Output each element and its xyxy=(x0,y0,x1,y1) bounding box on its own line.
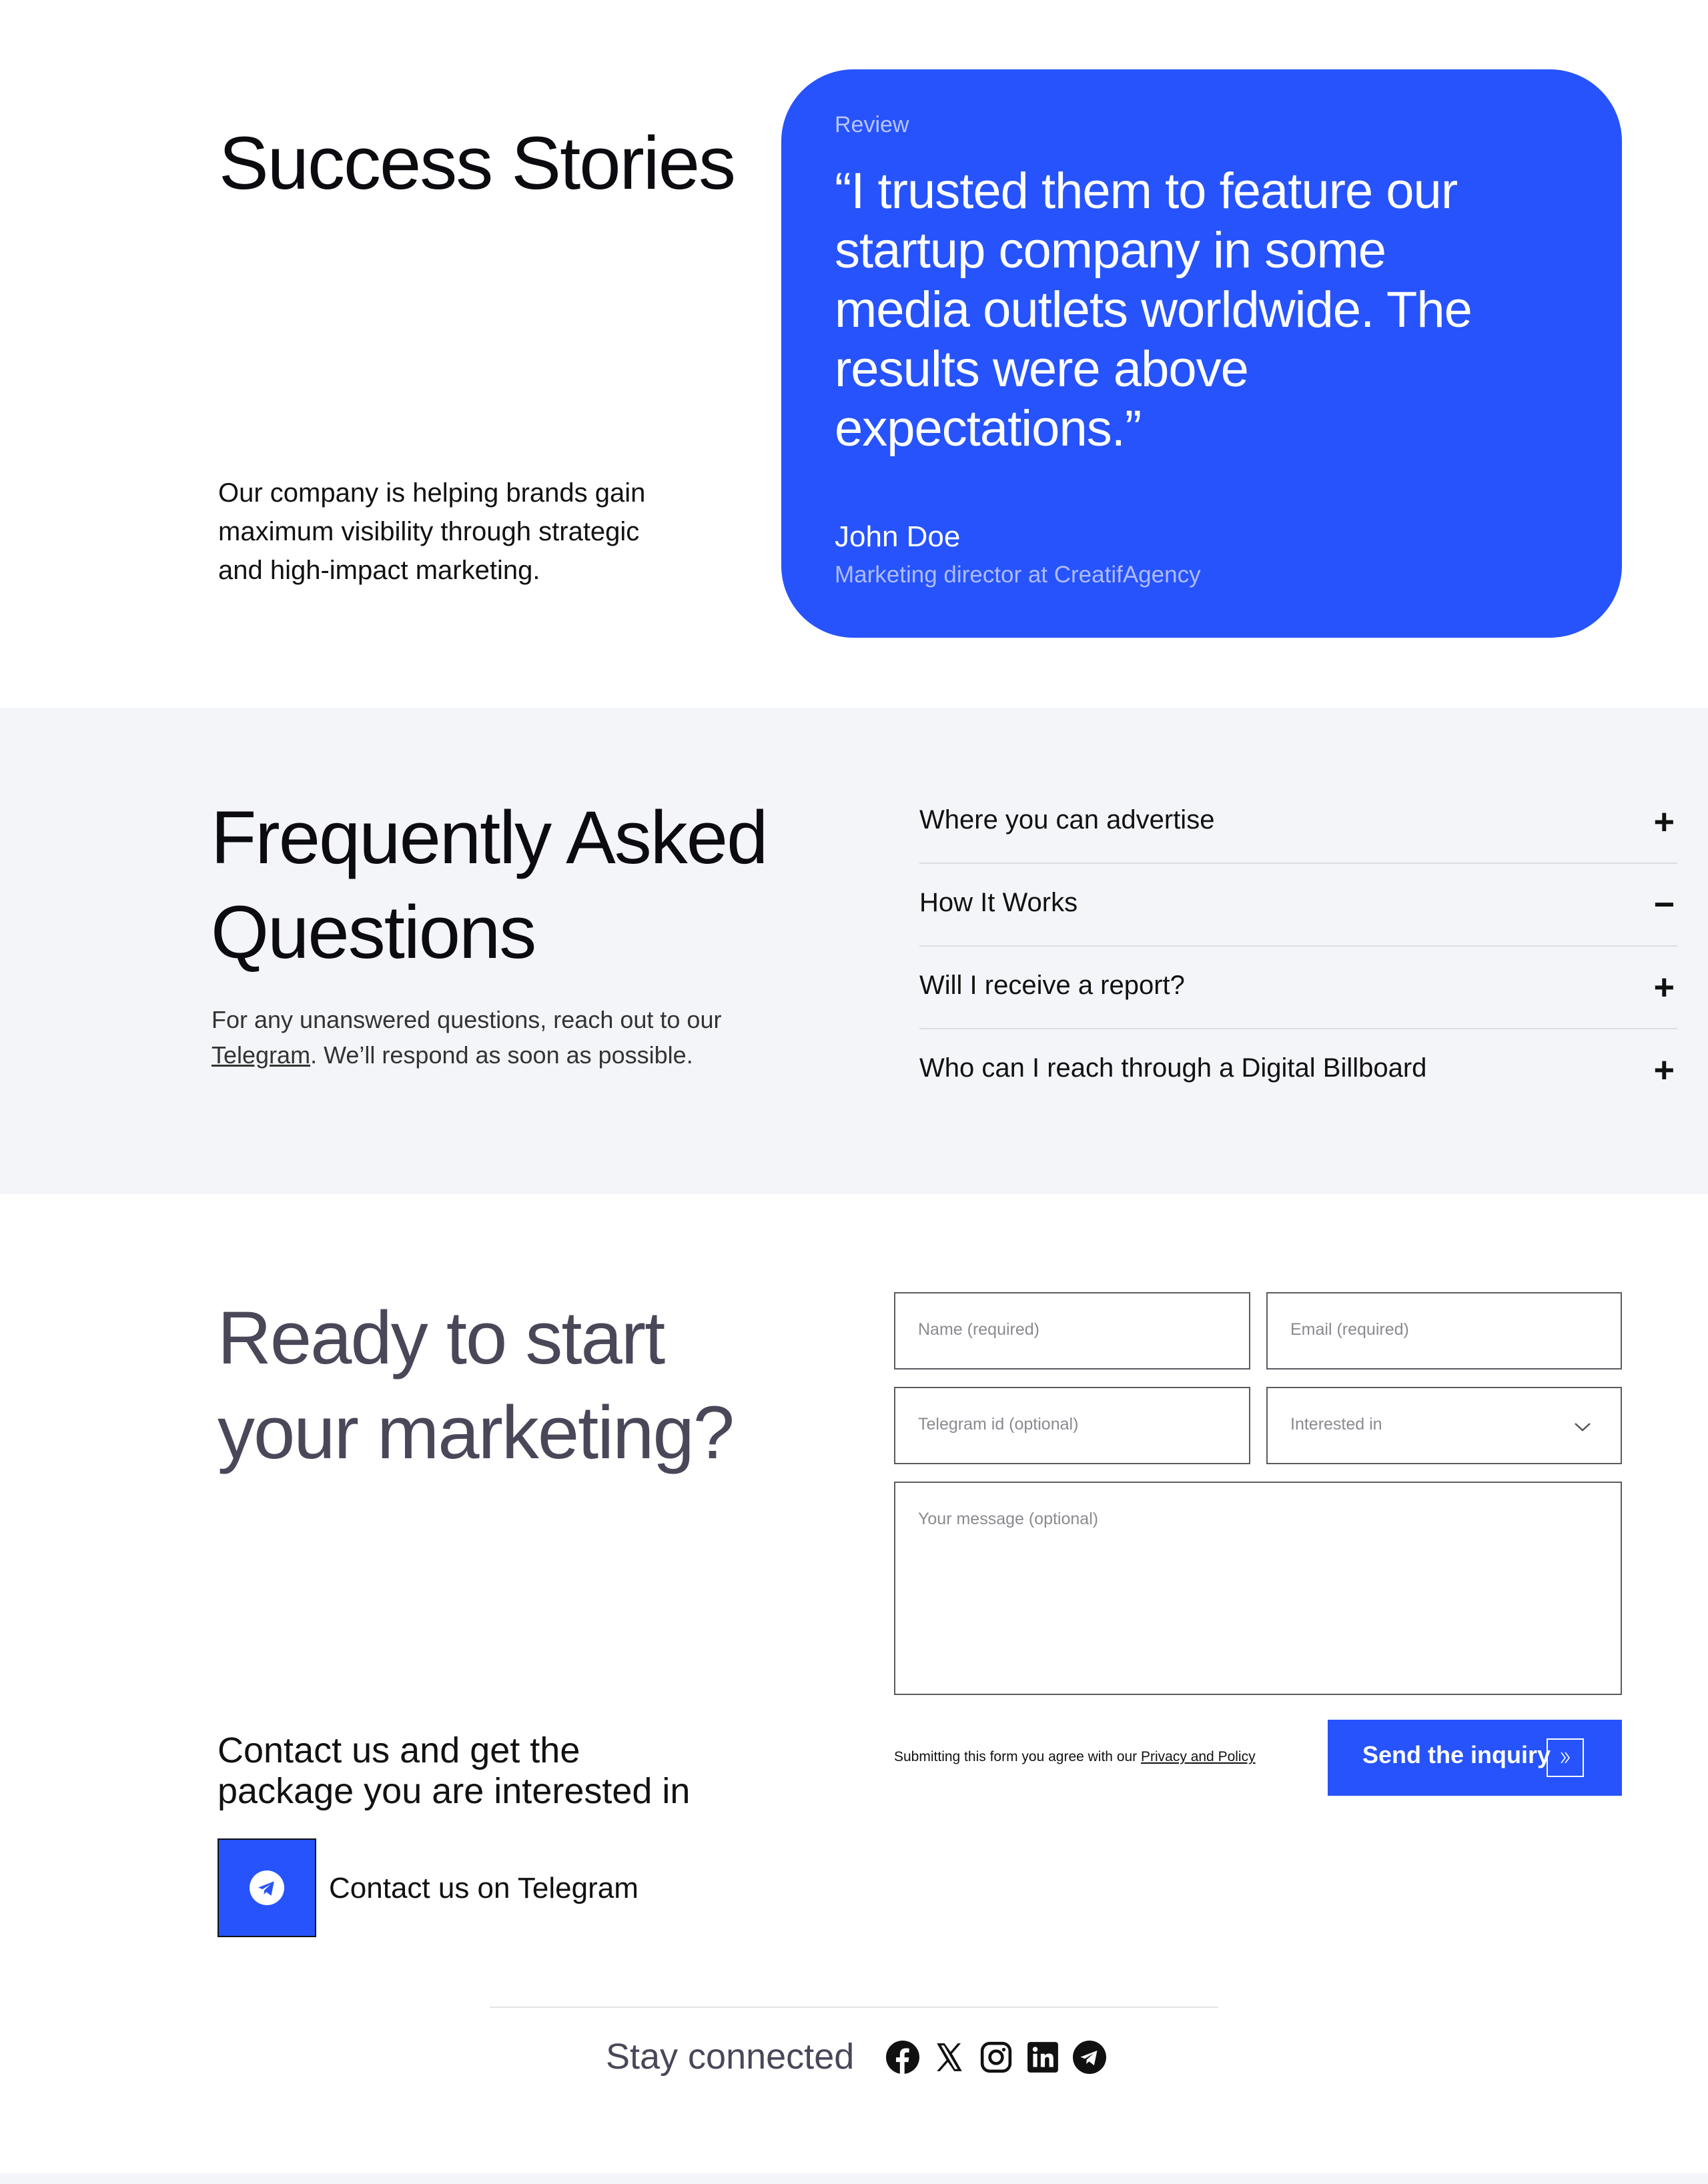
telegram-link[interactable]: Telegram xyxy=(211,1041,310,1069)
quote-line: results were above xyxy=(835,341,1249,398)
contact-title-line: your marketing? xyxy=(218,1391,735,1474)
telegram-id-input[interactable]: Telegram id (optional) xyxy=(894,1387,1250,1464)
footer-divider xyxy=(490,2007,1218,2008)
interest-select[interactable]: Interested in xyxy=(1266,1387,1622,1464)
contact-subtitle: Contact us and get the package you are i… xyxy=(218,1730,690,1812)
review-author: John Doe xyxy=(835,520,961,553)
faq-question: Where you can advertise xyxy=(919,805,1215,835)
plus-icon[interactable]: + xyxy=(1653,804,1675,840)
faq-help-text-end: . We’ll respond as soon as possible. xyxy=(310,1041,693,1069)
faq-title-line: Frequently Asked xyxy=(211,796,768,879)
minus-icon[interactable]: − xyxy=(1653,887,1675,923)
faq-title: Frequently Asked Questions xyxy=(211,790,768,980)
quote-line: startup company in some xyxy=(835,222,1386,279)
faq-question: Will I receive a report? xyxy=(919,971,1185,1000)
faq-item[interactable]: Who can I reach through a Digital Billbo… xyxy=(919,1028,1677,1111)
contact-subtitle-line: Contact us and get the xyxy=(218,1730,580,1770)
facebook-icon[interactable] xyxy=(886,2041,919,2074)
quote-line: “I trusted them to feature our xyxy=(835,163,1458,219)
plus-icon[interactable]: + xyxy=(1653,969,1675,1005)
name-input[interactable]: Name (required) xyxy=(894,1292,1250,1370)
faq-help-text: For any unanswered questions, reach out … xyxy=(211,1002,745,1073)
send-inquiry-button[interactable]: Send the inquiry xyxy=(1328,1720,1622,1796)
privacy-policy-link[interactable]: Privacy and Policy xyxy=(1141,1749,1256,1764)
review-label: Review xyxy=(835,112,909,137)
email-placeholder: Email (required) xyxy=(1290,1320,1409,1339)
social-links xyxy=(886,2041,1106,2074)
review-role: Marketing director at CreatifAgency xyxy=(835,562,1201,588)
disclaimer-text: Submitting this form you agree with our xyxy=(894,1749,1138,1764)
form-disclaimer: Submitting this form you agree with our … xyxy=(894,1749,1256,1765)
name-placeholder: Name (required) xyxy=(918,1320,1040,1339)
telegram-id-placeholder: Telegram id (optional) xyxy=(918,1415,1079,1434)
instagram-icon[interactable] xyxy=(979,2041,1013,2074)
message-textarea[interactable]: Your message (optional) xyxy=(894,1482,1622,1695)
telegram-icon[interactable] xyxy=(1073,2041,1106,2074)
success-stories-title: Success Stories xyxy=(219,121,736,205)
plus-icon[interactable]: + xyxy=(1653,1052,1675,1088)
send-inquiry-label: Send the inquiry xyxy=(1362,1741,1551,1768)
faq-item[interactable]: Where you can advertise + xyxy=(919,780,1677,864)
telegram-contact-label[interactable]: Contact us on Telegram xyxy=(329,1872,638,1905)
description-line: Our company is helping brands gain xyxy=(218,478,646,508)
faq-question: How It Works xyxy=(919,888,1078,917)
contact-title: Ready to start your marketing? xyxy=(218,1291,735,1480)
telegram-contact-button[interactable] xyxy=(218,1838,316,1937)
linkedin-icon[interactable] xyxy=(1026,2041,1059,2074)
review-quote: “I trusted them to feature our startup c… xyxy=(835,161,1582,458)
contact-subtitle-line: package you are interested in xyxy=(218,1771,691,1811)
quote-line: media outlets worldwide. The xyxy=(835,282,1472,338)
faq-title-line: Questions xyxy=(211,891,536,974)
x-icon[interactable] xyxy=(933,2041,966,2074)
chevron-right-icon xyxy=(1547,1738,1584,1777)
email-input[interactable]: Email (required) xyxy=(1266,1292,1622,1370)
telegram-icon xyxy=(250,1870,284,1905)
faq-help-text-start: For any unanswered questions, reach out … xyxy=(211,1006,722,1033)
description-line: maximum visibility through strategic xyxy=(218,517,640,546)
stay-connected-label: Stay connected xyxy=(606,2037,855,2077)
page-bottom-strip xyxy=(0,2173,1708,2184)
review-card: Review “I trusted them to feature our st… xyxy=(781,69,1622,638)
description-line: and high-impact marketing. xyxy=(218,556,540,585)
interest-placeholder: Interested in xyxy=(1290,1415,1382,1434)
faq-item[interactable]: Will I receive a report? + xyxy=(919,945,1677,1029)
contact-title-line: Ready to start xyxy=(218,1296,665,1380)
quote-line: expectations.” xyxy=(835,400,1142,457)
chevron-down-icon xyxy=(1575,1423,1591,1432)
message-placeholder: Your message (optional) xyxy=(918,1510,1099,1528)
faq-item[interactable]: How It Works − xyxy=(919,863,1677,947)
faq-question: Who can I reach through a Digital Billbo… xyxy=(919,1053,1427,1083)
success-description: Our company is helping brands gain maxim… xyxy=(218,474,645,590)
